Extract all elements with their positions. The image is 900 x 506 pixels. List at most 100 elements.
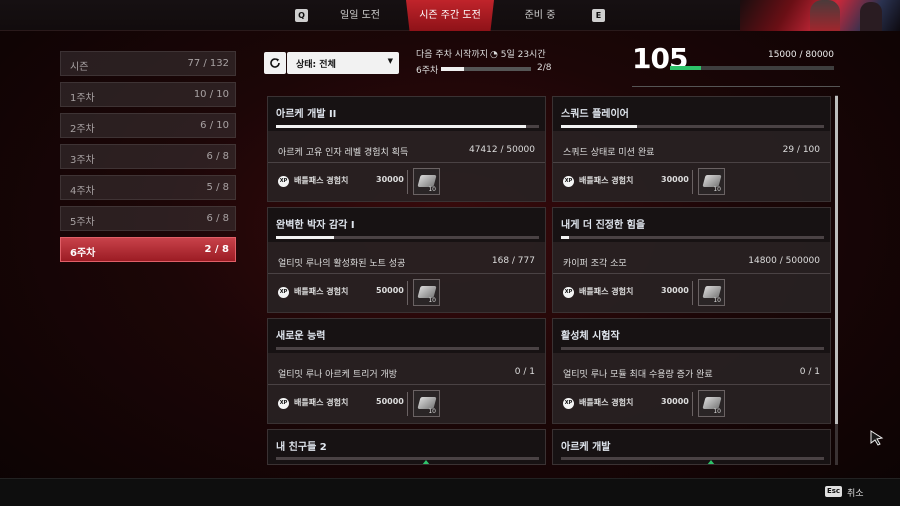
xp-badge-icon: XP (278, 176, 289, 187)
sidebar-item-count: 6 / 10 (200, 120, 229, 131)
card-title: 아르케 개발 (561, 442, 611, 453)
refresh-button[interactable] (264, 52, 286, 74)
card-progress-fill (276, 236, 334, 239)
sidebar-item-season[interactable]: 시즌 77 / 132 (60, 51, 236, 76)
prev-tab-key[interactable]: Q (295, 9, 308, 22)
mission-description: 얼티밋 루나 모듈 최대 수용량 증가 완료 (563, 370, 713, 380)
reward-row: XP 배틀패스 경험치 50000 10 (268, 278, 545, 308)
sidebar-item-label: 시즌 (70, 62, 89, 73)
reward-item-count: 10 (713, 186, 721, 193)
reward-row: XP 배틀패스 경험치 50000 10 (268, 389, 545, 419)
challenge-card[interactable]: 새로운 능력 얼티밋 루나 아르케 트리거 개방 0 / 1 XP 배틀패스 경… (267, 318, 546, 424)
clock-icon: ◔ (490, 50, 498, 60)
mission-description: 아르케 고유 인자 레벨 경험치 획득 (278, 148, 409, 158)
sidebar-item-label: 5주차 (70, 217, 95, 228)
sidebar-item-label: 1주차 (70, 93, 95, 104)
sidebar-item-count: 6 / 8 (206, 151, 229, 162)
tab-daily-challenge[interactable]: 일일 도전 (330, 0, 390, 31)
challenge-card[interactable]: 아르케 개발 (552, 429, 831, 465)
tab-preparing[interactable]: 준비 중 (510, 0, 570, 31)
card-header: 내 친구들 2 (268, 430, 545, 464)
battlepass-xp-bar (670, 66, 834, 70)
reward-item[interactable]: 10 (698, 279, 725, 306)
sidebar-item-count: 6 / 8 (206, 213, 229, 224)
card-header: 활성체 시험작 (553, 319, 830, 353)
battlepass-xp-value: 15000 / 80000 (767, 50, 834, 60)
next-tab-key[interactable]: E (592, 9, 605, 22)
reward-amount: 30000 (661, 175, 689, 184)
reward-item[interactable]: 10 (413, 390, 440, 417)
card-progress-bar (561, 236, 824, 239)
xp-badge-icon: XP (563, 287, 574, 298)
card-title: 새로운 능력 (276, 331, 326, 342)
reward-amount: 30000 (376, 175, 404, 184)
reward-item[interactable]: 10 (698, 390, 725, 417)
sidebar-item-label: 4주차 (70, 186, 95, 197)
card-title: 완벽한 박자 감각 Ⅰ (276, 220, 355, 231)
reset-countdown-label: 다음 주차 시작까지 (416, 50, 488, 60)
scrollbar-thumb[interactable] (835, 96, 838, 424)
sidebar-item-label: 2주차 (70, 124, 95, 135)
card-header: 스쿼드 플레이어 (553, 97, 830, 131)
reward-item-count: 10 (428, 186, 436, 193)
card-progress-fill (561, 236, 569, 239)
card-progress-bar (561, 347, 824, 350)
card-title: 아르케 개발 II (276, 109, 337, 120)
divider (407, 281, 408, 305)
challenge-card[interactable]: 스쿼드 플레이어 스쿼드 상태로 미션 완료 29 / 100 XP 배틀패스 … (552, 96, 831, 202)
xp-badge-icon: XP (563, 398, 574, 409)
sidebar-item-label: 3주차 (70, 155, 95, 166)
mission-progress: 47412 / 50000 (468, 145, 535, 155)
mission-row: 얼티밋 루나 아르케 트리거 개방 0 / 1 (268, 361, 545, 385)
mission-progress: 168 / 777 (491, 256, 535, 266)
reward-item-count: 10 (713, 408, 721, 415)
sidebar-item-week-2[interactable]: 2주차 6 / 10 (60, 113, 236, 138)
card-progress-bar (561, 125, 824, 128)
mission-description: 카이퍼 조각 소모 (563, 259, 627, 269)
sidebar-item-week-6[interactable]: 6주차 2 / 8 (60, 237, 236, 262)
card-title: 활성체 시험작 (561, 331, 620, 342)
reward-item-count: 10 (428, 408, 436, 415)
status-filter-dropdown[interactable]: 상태: 전체 ▼ (287, 52, 399, 74)
new-indicator-icon (422, 460, 430, 464)
chevron-down-icon: ▼ (387, 57, 393, 65)
battlepass-xp-fill (670, 66, 701, 70)
challenge-card[interactable]: 활성체 시험작 얼티밋 루나 모듈 최대 수용량 증가 완료 0 / 1 XP … (552, 318, 831, 424)
challenge-card[interactable]: 내게 더 진정한 힘을 카이퍼 조각 소모 14800 / 500000 XP … (552, 207, 831, 313)
reward-amount: 30000 (661, 397, 689, 406)
reward-label: 배틀패스 경험치 (294, 398, 349, 407)
bottom-bar (0, 478, 900, 506)
reset-timer: ◔ 5일 23시간 (490, 47, 546, 60)
card-title: 내 친구들 2 (276, 442, 327, 453)
divider (407, 392, 408, 416)
sidebar-item-week-3[interactable]: 3주차 6 / 8 (60, 144, 236, 169)
xp-badge-icon: XP (278, 398, 289, 409)
challenge-card[interactable]: 완벽한 박자 감각 Ⅰ 얼티밋 루나의 활성화된 노트 성공 168 / 777… (267, 207, 546, 313)
sidebar-item-week-5[interactable]: 5주차 6 / 8 (60, 206, 236, 231)
sidebar-item-week-4[interactable]: 4주차 5 / 8 (60, 175, 236, 200)
tab-season-weekly-challenge[interactable]: 시즌 주간 도전 (406, 0, 494, 31)
reward-amount: 50000 (376, 397, 404, 406)
reward-row: XP 배틀패스 경험치 30000 10 (268, 167, 545, 197)
mission-description: 얼티밋 루나의 활성화된 노트 성공 (278, 259, 406, 269)
sidebar-item-label: 6주차 (70, 248, 96, 259)
reward-item-count: 10 (713, 297, 721, 304)
reward-item[interactable]: 10 (413, 279, 440, 306)
cancel-button[interactable]: 취소 (847, 486, 864, 499)
reward-item[interactable]: 10 (698, 168, 725, 195)
challenge-card[interactable]: 내 친구들 2 (267, 429, 546, 465)
status-filter-value: 상태: 전체 (296, 60, 336, 70)
card-progress-bar (276, 236, 539, 239)
character-banner (740, 0, 900, 31)
reset-timer-value: 5일 23시간 (500, 50, 546, 60)
battlepass-level: 105 (632, 42, 688, 75)
challenge-card[interactable]: 아르케 개발 II 아르케 고유 인자 레벨 경험치 획득 47412 / 50… (267, 96, 546, 202)
esc-key[interactable]: Esc (825, 486, 842, 497)
refresh-icon (270, 58, 280, 68)
card-header: 아르케 개발 (553, 430, 830, 464)
reward-row: XP 배틀패스 경험치 30000 10 (553, 389, 830, 419)
sidebar-item-week-1[interactable]: 1주차 10 / 10 (60, 82, 236, 107)
xp-badge-icon: XP (563, 176, 574, 187)
reward-item[interactable]: 10 (413, 168, 440, 195)
reward-amount: 50000 (376, 286, 404, 295)
